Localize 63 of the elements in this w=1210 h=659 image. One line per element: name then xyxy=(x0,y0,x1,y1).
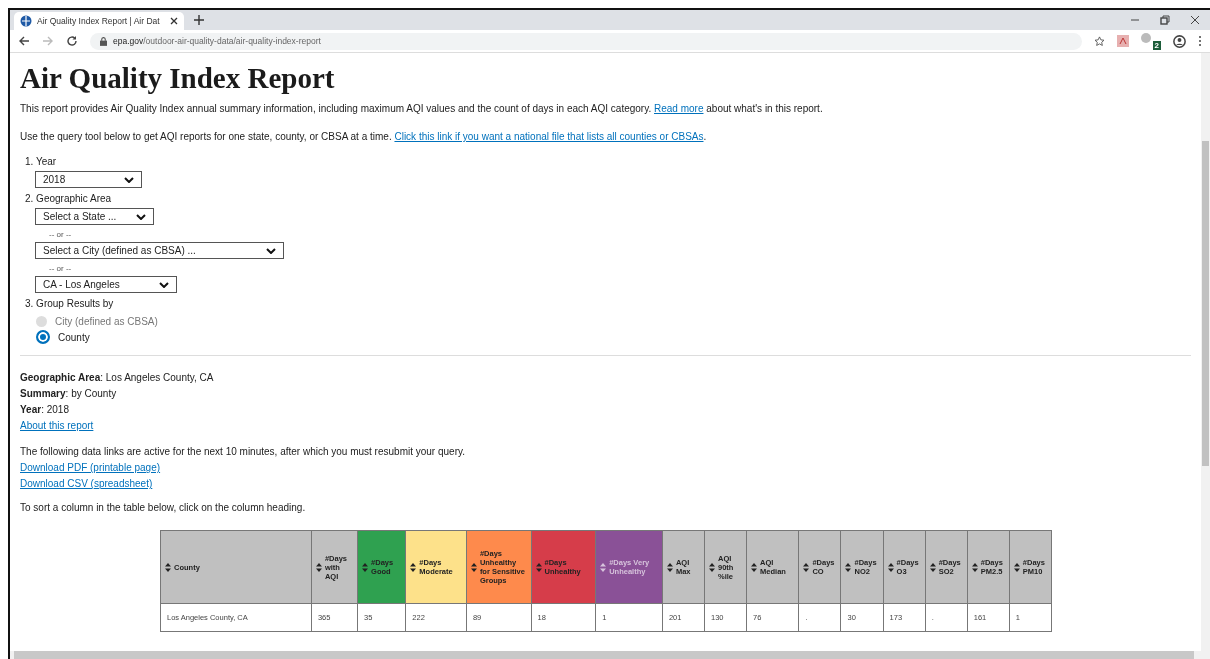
sort-icon xyxy=(362,562,369,572)
link[interactable]: Download PDF (printable page) xyxy=(20,462,161,473)
sort-icon xyxy=(470,562,477,572)
sort-icon xyxy=(600,562,607,572)
radio-button[interactable] xyxy=(36,315,47,327)
sort-icon xyxy=(666,562,673,572)
restore-icon[interactable] xyxy=(1160,15,1170,25)
summary-text: Geographic Area: Los Angeles County, CA xyxy=(20,371,215,385)
sort-icon xyxy=(887,562,894,572)
chevron-icon xyxy=(266,247,276,254)
sort-icon xyxy=(803,562,810,572)
sort-icon xyxy=(315,562,322,572)
page-title: Air Quality Index Report xyxy=(20,62,336,95)
sort-icon xyxy=(410,562,417,572)
dropdown[interactable]: Select a State ... xyxy=(35,208,154,225)
link[interactable]: Download CSV (spreadsheet) xyxy=(20,478,153,489)
radio-label: County xyxy=(58,331,90,343)
field-label: 3. Group Results by xyxy=(25,298,115,310)
browser-tab[interactable]: Air Quality Index Report | Air Dat xyxy=(14,12,184,30)
account-icon[interactable] xyxy=(1173,34,1186,48)
dropdown[interactable]: CA - Los Angeles xyxy=(35,276,177,293)
radio-label: City (defined as CBSA) xyxy=(55,315,158,327)
horizontal-scrollbar[interactable] xyxy=(10,651,1210,659)
paragraph: To sort a column in the table below, click on the column heading. xyxy=(20,502,307,514)
sort-icon xyxy=(845,562,852,572)
close-icon[interactable] xyxy=(1190,15,1200,25)
reload-icon[interactable] xyxy=(66,35,78,47)
sort-icon xyxy=(535,562,542,572)
sort-icon xyxy=(971,562,978,572)
dropdown[interactable]: Select a City (defined as CBSA) ... xyxy=(35,242,284,259)
tab-title: Air Quality Index Report | Air Dat xyxy=(37,16,161,26)
summary-text: Summary: by County xyxy=(20,387,118,401)
menu-icon[interactable] xyxy=(1198,35,1202,47)
close-icon[interactable] xyxy=(170,17,178,25)
sort-icon xyxy=(1013,562,1020,572)
separator-text: -- or -- xyxy=(49,230,73,239)
separator-text: -- or -- xyxy=(49,264,73,273)
vertical-scrollbar[interactable] xyxy=(1201,53,1210,651)
summary-text: Year: 2018 xyxy=(20,403,70,417)
dropdown[interactable]: 2018 xyxy=(35,171,142,188)
url-text: epa.gov/outdoor-air-quality-data/air-quality-index-report xyxy=(113,36,321,46)
chevron-icon xyxy=(124,176,134,183)
radio-button[interactable] xyxy=(36,330,50,344)
link[interactable]: Read more xyxy=(654,103,704,114)
sort-icon xyxy=(709,562,715,572)
link[interactable]: About this report xyxy=(20,420,94,431)
paragraph: This report provides Air Quality Index annual summary information, including maximum AQI values and the count of days in each AQI category. Read more about what's in this report. xyxy=(20,103,824,115)
paragraph: Use the query tool below to get AQI reports for one state, county, or CBSA at a time. Click this link if you want a national file that lists all counties or CBSAs. xyxy=(20,131,708,143)
count-badge: 2 xyxy=(1152,41,1161,50)
lock-icon xyxy=(100,36,107,46)
sort-icon xyxy=(751,562,758,572)
sort-icon xyxy=(165,562,171,572)
star-icon[interactable] xyxy=(1094,35,1105,47)
back-arrow-icon[interactable] xyxy=(18,35,30,47)
field-label: 2. Geographic Area xyxy=(25,193,113,205)
address-bar[interactable]: epa.gov/outdoor-air-quality-data/air-quality-index-report xyxy=(90,32,1082,50)
sort-icon xyxy=(929,562,936,572)
globe-icon xyxy=(20,15,32,27)
field-label: 1. Year xyxy=(25,156,58,168)
chevron-icon xyxy=(136,213,146,220)
chevron-icon xyxy=(159,281,169,288)
plus-icon[interactable] xyxy=(194,15,204,25)
paragraph: The following data links are active for the next 10 minutes, after which you must resubmit your query. xyxy=(20,445,467,459)
